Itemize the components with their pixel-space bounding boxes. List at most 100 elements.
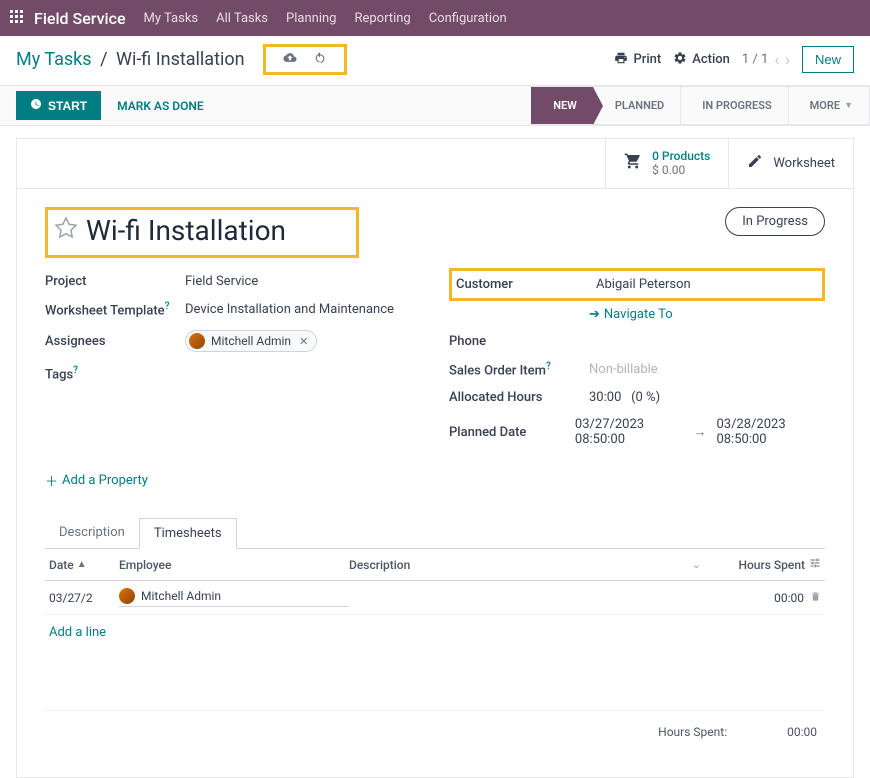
- allocated-hours-label: Allocated Hours: [449, 390, 589, 405]
- col-employee[interactable]: Employee: [119, 558, 349, 572]
- remove-assignee-icon[interactable]: ✕: [299, 335, 308, 348]
- foot-value: 00:00: [787, 725, 817, 739]
- pager: 1 / 1 ‹ ›: [742, 50, 790, 69]
- pencil-icon: [747, 153, 763, 173]
- new-button[interactable]: New: [802, 46, 854, 73]
- status-bar: START MARK AS DONE NEW PLANNED IN PROGRE…: [0, 86, 870, 126]
- action-label: Action: [692, 52, 730, 67]
- sales-order-value[interactable]: Non-billable: [589, 362, 658, 377]
- products-count: 0 Products: [652, 149, 710, 163]
- avatar: [189, 333, 205, 349]
- print-icon: [614, 51, 628, 69]
- cell-employee-name: Mitchell Admin: [141, 589, 221, 603]
- menu-reporting[interactable]: Reporting: [354, 11, 410, 26]
- action-button[interactable]: Action: [673, 51, 730, 69]
- apps-icon[interactable]: [10, 9, 24, 28]
- start-button[interactable]: START: [16, 91, 101, 120]
- nav-menu: My Tasks All Tasks Planning Reporting Co…: [144, 11, 507, 26]
- col-date[interactable]: Date▲: [49, 558, 119, 572]
- tabs: Description Timesheets: [45, 518, 825, 549]
- navigate-to-link[interactable]: ➔ Navigate To: [589, 307, 673, 322]
- brand[interactable]: Field Service: [10, 9, 126, 28]
- top-navbar: Field Service My Tasks All Tasks Plannin…: [0, 0, 870, 36]
- print-label: Print: [633, 52, 661, 67]
- foot-label: Hours Spent:: [658, 725, 727, 739]
- mark-done-button[interactable]: MARK AS DONE: [117, 99, 204, 113]
- breadcrumb: My Tasks / Wi-fi Installation: [16, 49, 245, 70]
- worksheet-label: Worksheet: [773, 156, 835, 171]
- assignees-value[interactable]: Mitchell Admin ✕: [185, 330, 317, 353]
- add-property-button[interactable]: ＋ Add a Property: [45, 471, 148, 490]
- breadcrumb-current: Wi-fi Installation: [116, 49, 245, 70]
- customer-label: Customer: [456, 277, 596, 292]
- planned-date-start[interactable]: 03/27/2023 08:50:00: [575, 417, 684, 447]
- assignee-tag[interactable]: Mitchell Admin ✕: [185, 330, 317, 352]
- col-hours[interactable]: Hours Spent: [711, 557, 821, 572]
- stage-in-progress-label: IN PROGRESS: [702, 99, 771, 112]
- breadcrumb-bar: My Tasks / Wi-fi Installation Print Acti…: [0, 36, 870, 86]
- phone-label: Phone: [449, 334, 589, 349]
- add-line-button[interactable]: Add a line: [45, 615, 825, 650]
- add-property-label: Add a Property: [62, 473, 148, 488]
- cell-employee[interactable]: Mitchell Admin: [119, 588, 349, 607]
- clock-icon: [30, 98, 42, 113]
- chevron-down-icon[interactable]: ⌄: [692, 558, 701, 572]
- customer-value[interactable]: Abigail Peterson: [596, 277, 691, 292]
- start-label: START: [48, 99, 87, 113]
- sales-order-label: Sales Order Item?: [449, 361, 589, 378]
- stage-new-label: NEW: [553, 99, 577, 112]
- pager-prev-icon[interactable]: ‹: [774, 50, 779, 69]
- menu-my-tasks[interactable]: My Tasks: [144, 11, 199, 26]
- table-row[interactable]: 03/27/2 Mitchell Admin 00:00: [45, 581, 825, 615]
- assignee-name: Mitchell Admin: [211, 334, 291, 348]
- breadcrumb-sep: /: [100, 49, 107, 70]
- stage-planned[interactable]: PLANNED: [593, 86, 681, 125]
- menu-planning[interactable]: Planning: [286, 11, 336, 26]
- task-title[interactable]: Wi-fi Installation: [86, 214, 286, 247]
- tab-timesheets[interactable]: Timesheets: [139, 518, 237, 549]
- sort-asc-icon: ▲: [77, 559, 87, 570]
- cloud-save-icon[interactable]: [282, 51, 298, 68]
- worksheet-button[interactable]: Worksheet: [728, 139, 853, 188]
- planned-date-end[interactable]: 03/28/2023 08:50:00: [716, 417, 825, 447]
- col-description[interactable]: Description⌄: [349, 558, 711, 572]
- cell-date[interactable]: 03/27/2: [49, 591, 119, 605]
- timesheet-header: Date▲ Employee Description⌄ Hours Spent: [45, 549, 825, 581]
- print-button[interactable]: Print: [614, 51, 661, 69]
- title-box: Wi-fi Installation: [45, 207, 359, 258]
- stage-new[interactable]: NEW: [531, 86, 594, 125]
- timesheet-footer: Hours Spent: 00:00: [45, 710, 825, 753]
- avatar: [119, 588, 135, 604]
- pager-next-icon[interactable]: ›: [785, 50, 790, 69]
- discard-icon[interactable]: [312, 51, 328, 68]
- cart-icon: [624, 152, 642, 174]
- products-button[interactable]: 0 Products $ 0.00: [605, 139, 728, 188]
- project-label: Project: [45, 274, 185, 289]
- breadcrumb-parent[interactable]: My Tasks: [16, 49, 92, 70]
- stage-more-label: MORE: [810, 99, 840, 112]
- arrow-right-icon: →: [693, 424, 706, 440]
- cell-hours[interactable]: 00:00: [711, 591, 821, 605]
- products-amount: $ 0.00: [652, 163, 710, 177]
- tags-label: Tags?: [45, 365, 185, 382]
- plus-icon: ＋: [45, 471, 58, 490]
- planned-date-label: Planned Date: [449, 425, 575, 440]
- worksheet-template-value[interactable]: Device Installation and Maintenance: [185, 302, 394, 317]
- project-value[interactable]: Field Service: [185, 274, 258, 289]
- star-icon[interactable]: [54, 216, 78, 244]
- worksheet-template-label: Worksheet Template?: [45, 301, 185, 318]
- trash-icon[interactable]: [810, 591, 821, 605]
- assignees-label: Assignees: [45, 334, 185, 349]
- stage-in-progress[interactable]: IN PROGRESS: [680, 86, 788, 125]
- tab-description[interactable]: Description: [45, 518, 139, 548]
- stage-pill[interactable]: In Progress: [725, 207, 825, 236]
- stage-more[interactable]: MORE ▼: [788, 86, 870, 125]
- gear-icon: [673, 51, 687, 69]
- menu-configuration[interactable]: Configuration: [429, 11, 507, 26]
- planned-date-value[interactable]: 03/27/2023 08:50:00 → 03/28/2023 08:50:0…: [575, 417, 825, 447]
- menu-all-tasks[interactable]: All Tasks: [216, 11, 268, 26]
- chevron-down-icon: ▼: [844, 100, 853, 111]
- sliders-icon[interactable]: [809, 557, 821, 572]
- navigate-to-label: Navigate To: [604, 307, 673, 322]
- allocated-hours-value[interactable]: 30:00 (0 %): [589, 390, 660, 405]
